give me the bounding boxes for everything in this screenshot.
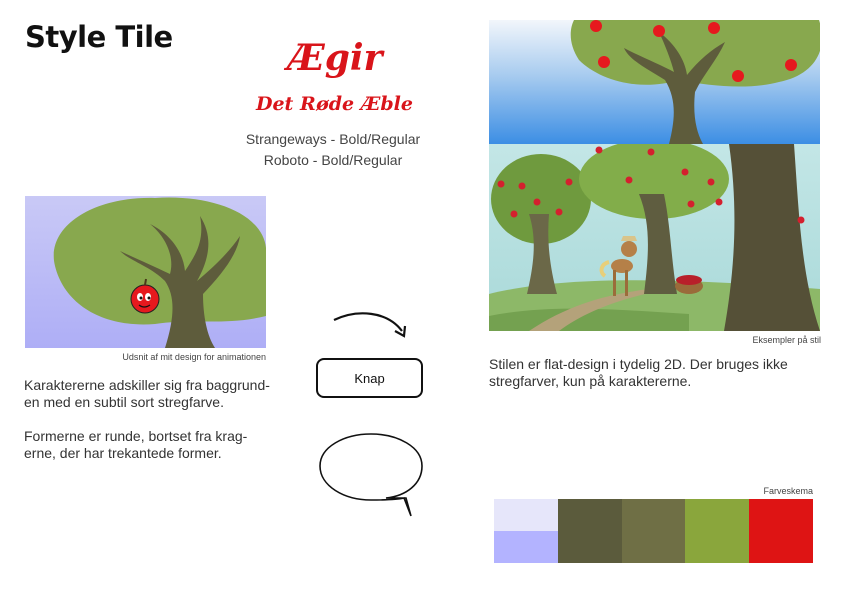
- logo-name: Ægir: [287, 37, 383, 79]
- logo: Ægir Det Røde Æble: [252, 38, 417, 120]
- color-swatch: [685, 499, 749, 563]
- page-title: Style Tile: [25, 20, 173, 54]
- font-spec-secondary: Roboto - Bold/Regular: [263, 152, 403, 168]
- color-swatch: [749, 499, 813, 563]
- description-paragraph: Formerne er runde, bortset fra krag-erne…: [24, 428, 248, 461]
- color-swatch: [622, 499, 685, 563]
- animation-example-image: [25, 196, 266, 348]
- font-spec-primary: Strangeways - Bold/Regular: [245, 131, 421, 147]
- example-image-sky: [489, 20, 820, 144]
- description-paragraph: Karaktererne adskiller sig fra baggrund-…: [24, 377, 270, 410]
- color-palette: [494, 499, 813, 563]
- palette-caption: Farveskema: [763, 486, 813, 496]
- speech-bubble-icon: [319, 433, 423, 517]
- logo-subtitle: Det Røde Æble: [255, 93, 413, 115]
- example-image-orchard: [489, 144, 820, 331]
- example-button[interactable]: Knap: [316, 358, 423, 398]
- color-swatch: [494, 531, 558, 563]
- color-swatch: [494, 499, 558, 531]
- color-swatch: [558, 499, 622, 563]
- curved-arrow-icon: [333, 312, 407, 338]
- animation-caption: Udsnit af mit design for animationen: [122, 352, 266, 362]
- style-description: Stilen er flat-design i tydelig 2D. Der …: [489, 356, 788, 389]
- examples-caption: Eksempler på stil: [752, 335, 821, 345]
